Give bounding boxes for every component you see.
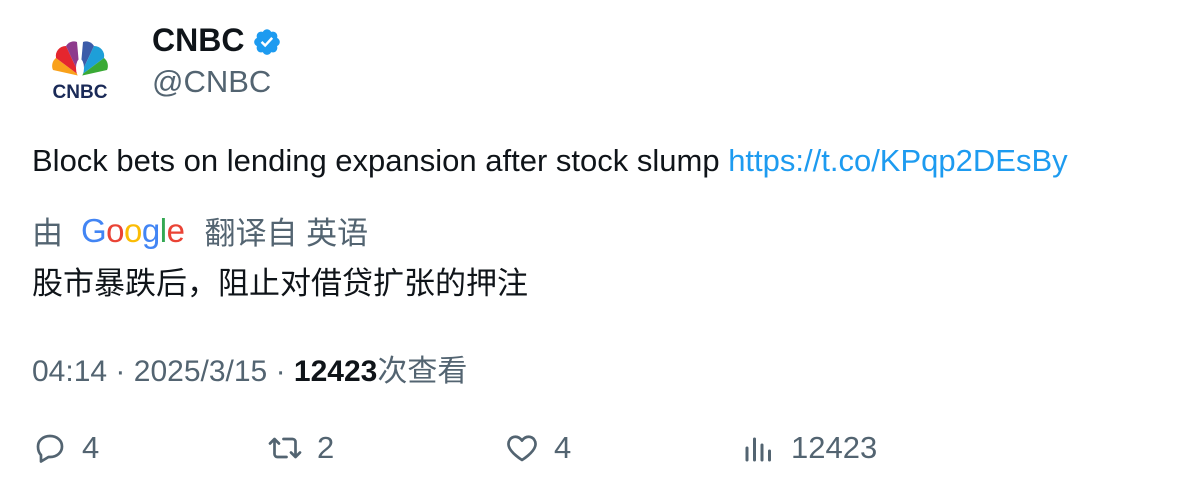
tweet-link[interactable]: https://t.co/KPqp2DEsBy [728,143,1067,178]
views-action-count: 12423 [791,430,878,465]
author-display-name[interactable]: CNBC [152,22,244,59]
tweet-text: Block bets on lending expansion after st… [32,143,720,178]
tweet-time[interactable]: 04:14 [32,355,107,388]
meta-separator: · [275,355,286,388]
views-count: 12423 [293,355,378,388]
reply-icon [36,434,64,463]
retweet-count: 2 [317,430,335,465]
tweet-body: Block bets on lending expansion after st… [32,143,1068,179]
heart-icon [507,435,537,462]
author-handle[interactable]: @CNBC [152,64,271,100]
svg-text:CNBC: CNBC [53,82,108,102]
google-logo: Google [81,211,185,249]
verified-badge-icon [254,28,281,55]
reply-button[interactable]: 4 [32,430,99,466]
translation-source-label: 翻译自 英语 [204,216,369,251]
tweet-meta: 04:14 · 2025/3/15 · 12423次查看 [32,346,467,390]
retweet-icon [268,437,302,459]
views-button[interactable]: 12423 [741,430,877,466]
translation-attribution[interactable]: 由 Google 翻译自 英语 [32,208,368,253]
meta-separator: · [115,355,126,388]
views-label: 次查看 [377,355,468,388]
avatar[interactable]: CNBC [40,38,120,103]
like-count: 4 [554,430,572,465]
like-button[interactable]: 4 [504,430,571,466]
reply-count: 4 [82,430,100,465]
translation-prefix: 由 [32,216,63,251]
cnbc-peacock-logo-icon: CNBC [52,41,108,103]
tweet-date[interactable]: 2025/3/15 [134,355,267,388]
author-name-row: CNBC [152,22,282,59]
analytics-bar-icon [745,437,771,462]
retweet-button[interactable]: 2 [267,430,334,466]
translated-text: 股市暴跌后，阻止对借贷扩张的押注 [32,266,528,301]
